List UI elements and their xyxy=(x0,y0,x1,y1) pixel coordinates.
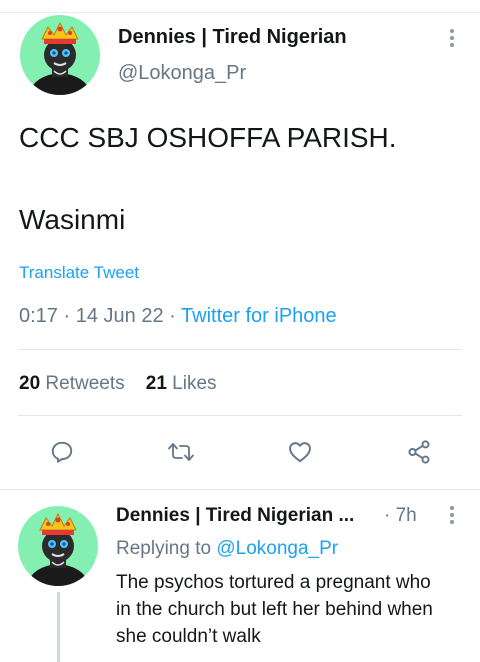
tweet-meta: 0:17 · 14 Jun 22 · Twitter for iPhone xyxy=(19,305,337,328)
divider xyxy=(18,349,462,350)
meta-separator: · xyxy=(169,305,176,327)
tweet-text-line1: CCC SBJ OSHOFFA PARISH. xyxy=(19,122,397,153)
reply-author-avatar[interactable] xyxy=(18,506,98,586)
top-divider xyxy=(0,12,480,13)
share-icon xyxy=(408,440,430,464)
more-vertical-icon[interactable] xyxy=(442,26,462,50)
reply-text: The psychos tortured a pregnant who in t… xyxy=(116,572,433,647)
tweet-time: 0:17 xyxy=(19,305,58,327)
author-handle[interactable]: @Lokonga_Pr xyxy=(118,62,246,85)
meta-separator: · xyxy=(63,305,71,327)
reply-separator: · xyxy=(384,505,391,526)
author-name[interactable]: Dennies | Tired Nigerian xyxy=(118,26,347,49)
author-avatar[interactable] xyxy=(20,15,100,95)
heart-icon xyxy=(289,442,311,463)
reply-time-ago: 7h xyxy=(395,505,417,526)
tweet-client-link[interactable]: Twitter for iPhone xyxy=(181,305,337,327)
likes-stat[interactable]: 21 Likes xyxy=(146,373,217,394)
translate-tweet-link[interactable]: Translate Tweet xyxy=(19,263,139,283)
replying-to-handle[interactable]: @Lokonga_Pr xyxy=(216,538,338,559)
thread-connector-line xyxy=(57,592,60,662)
retweets-stat[interactable]: 20 Retweets xyxy=(19,373,125,394)
more-vertical-icon[interactable] xyxy=(442,503,462,527)
retweets-count: 20 xyxy=(19,373,41,394)
tweet-date: 14 Jun 22 xyxy=(75,305,164,327)
reply-author-name[interactable]: Dennies | Tired Nigerian ... xyxy=(116,505,354,527)
retweet-button[interactable] xyxy=(159,430,203,474)
share-button[interactable] xyxy=(397,430,441,474)
reply-icon xyxy=(51,441,73,463)
avatar-image xyxy=(26,512,90,586)
replying-to: Replying to @Lokonga_Pr xyxy=(116,538,338,560)
avatar-image xyxy=(28,21,92,95)
tweet-stats: 20 Retweets 21 Likes xyxy=(19,373,217,395)
replying-to-label: Replying to xyxy=(116,538,212,559)
divider xyxy=(18,415,462,416)
likes-label: Likes xyxy=(172,373,217,394)
retweets-label: Retweets xyxy=(45,373,125,394)
section-divider xyxy=(0,489,480,490)
likes-count: 21 xyxy=(145,373,167,394)
tweet-text-line2: Wasinmi xyxy=(19,204,126,235)
like-button[interactable] xyxy=(278,430,322,474)
reply-timestamp: · 7h xyxy=(384,505,417,527)
reply-button[interactable] xyxy=(40,430,84,474)
retweet-icon xyxy=(168,443,194,461)
